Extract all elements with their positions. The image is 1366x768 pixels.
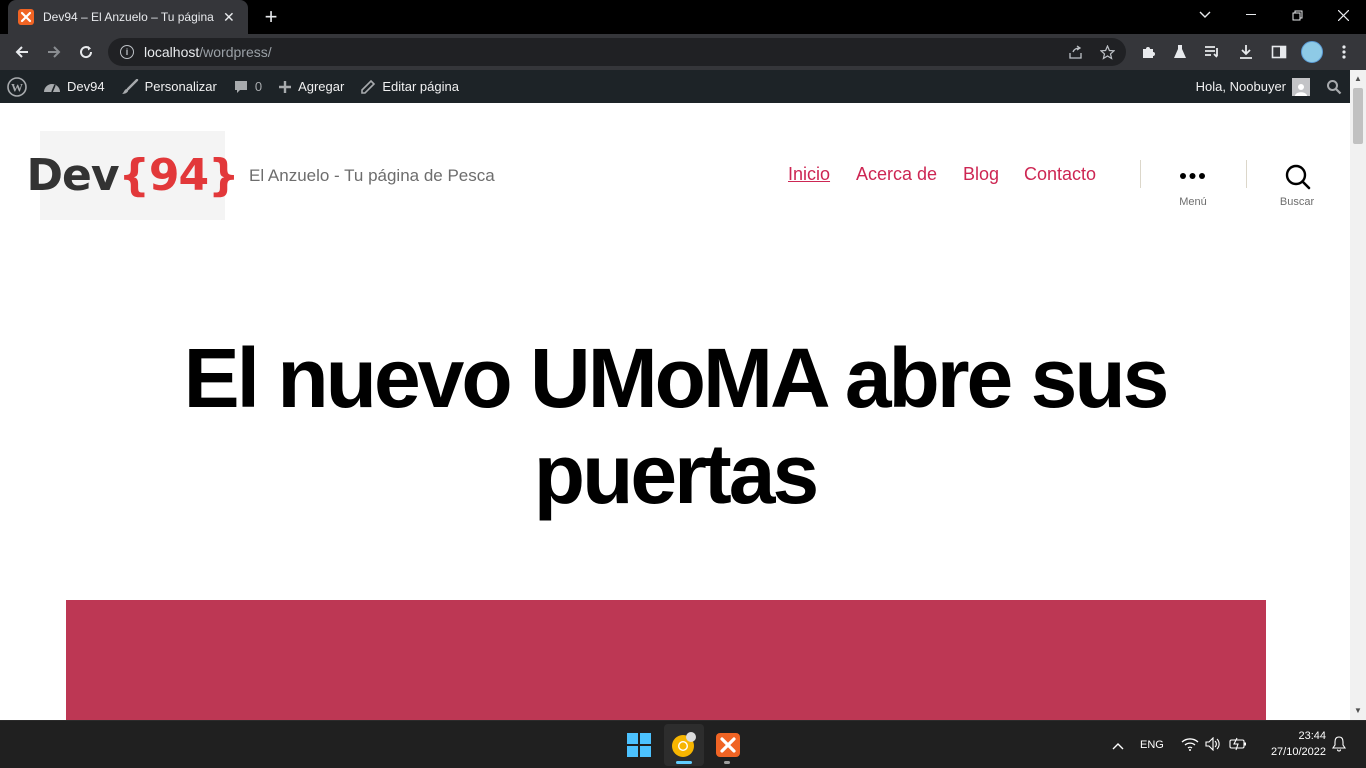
- admin-edit-page-label: Editar página: [382, 79, 459, 94]
- scrollbar-thumb[interactable]: [1353, 88, 1363, 144]
- xampp-taskbar-icon[interactable]: [712, 729, 744, 761]
- admin-search-icon[interactable]: [1318, 70, 1350, 103]
- search-toggle[interactable]: [1284, 163, 1312, 191]
- side-panel-icon[interactable]: [1269, 42, 1289, 62]
- site-info-icon[interactable]: i: [120, 45, 134, 59]
- plus-icon: [278, 80, 292, 94]
- reload-button[interactable]: [74, 40, 98, 64]
- volume-icon[interactable]: [1205, 736, 1221, 752]
- notification-bell-icon[interactable]: [1331, 736, 1347, 752]
- labs-flask-icon[interactable]: [1170, 42, 1190, 62]
- browser-tab-strip: Dev94 – El Anzuelo – Tu página de Pesca …: [0, 0, 1366, 34]
- chrome-running-indicator: [676, 761, 692, 764]
- share-icon[interactable]: [1066, 43, 1084, 61]
- browser-toolbar: i localhost/wordpress/: [0, 34, 1366, 70]
- wifi-icon[interactable]: [1181, 737, 1199, 751]
- windows-start-icon[interactable]: [623, 729, 655, 761]
- bookmark-star-icon[interactable]: [1098, 43, 1116, 61]
- media-queue-icon[interactable]: [1202, 42, 1222, 62]
- nav-item-contacto[interactable]: Contacto: [1024, 164, 1096, 185]
- tab-search-icon[interactable]: [1182, 0, 1228, 30]
- battery-charging-icon[interactable]: [1229, 737, 1247, 751]
- admin-add-new[interactable]: Agregar: [270, 70, 352, 103]
- menu-toggle[interactable]: [1163, 166, 1223, 186]
- comments-count: 0: [254, 79, 263, 94]
- admin-greeting: Hola, Noobuyer: [1195, 79, 1286, 94]
- featured-media: [66, 600, 1266, 720]
- header-divider: [1140, 160, 1141, 188]
- header-divider: [1246, 160, 1247, 188]
- admin-add-new-label: Agregar: [298, 79, 345, 94]
- menu-label: Menú: [1179, 196, 1207, 208]
- tab-close-icon[interactable]: ✕: [223, 9, 235, 26]
- scroll-up-arrow-icon[interactable]: ▲: [1353, 74, 1363, 84]
- admin-customize-label: Personalizar: [144, 79, 217, 94]
- nav-item-inicio[interactable]: Inicio: [788, 164, 830, 185]
- admin-comments[interactable]: 0: [225, 70, 270, 103]
- address-bar[interactable]: i localhost/wordpress/: [108, 38, 1126, 66]
- url-text: localhost/wordpress/: [144, 44, 272, 60]
- new-tab-button[interactable]: +: [260, 6, 282, 28]
- admin-customize[interactable]: Personalizar: [113, 70, 225, 103]
- search-label: Buscar: [1279, 196, 1315, 208]
- browser-tab[interactable]: Dev94 – El Anzuelo – Tu página de Pesca …: [8, 0, 248, 34]
- downloads-icon[interactable]: [1236, 42, 1256, 62]
- admin-edit-page[interactable]: Editar página: [352, 70, 467, 103]
- site-description: El Anzuelo - Tu página de Pesca: [249, 166, 495, 185]
- close-icon[interactable]: [1320, 0, 1366, 30]
- admin-site-name[interactable]: Dev94: [35, 70, 113, 103]
- dashboard-gauge-icon: [43, 80, 61, 94]
- maximize-icon[interactable]: [1274, 0, 1320, 30]
- profile-avatar[interactable]: [1301, 41, 1323, 63]
- admin-site-name-label: Dev94: [67, 79, 105, 94]
- clock-time[interactable]: 23:44: [1290, 730, 1326, 742]
- chrome-menu-icon[interactable]: [1334, 42, 1354, 62]
- chrome-taskbar-icon[interactable]: [668, 729, 700, 761]
- nav-item-blog[interactable]: Blog: [963, 164, 999, 185]
- admin-my-account[interactable]: Hola, Noobuyer: [1188, 70, 1318, 103]
- ellipsis-icon: [1180, 173, 1205, 179]
- logo-text-dev: Dev: [26, 150, 120, 201]
- show-hidden-icons-chevron-icon[interactable]: [1111, 738, 1125, 750]
- language-indicator[interactable]: ENG: [1140, 739, 1164, 751]
- logo-text-number: {94}: [118, 150, 240, 201]
- admin-bar-secondary: Hola, Noobuyer: [1188, 70, 1350, 103]
- wordpress-logo-icon[interactable]: W: [0, 70, 35, 103]
- site-logo[interactable]: Dev {94}: [27, 131, 239, 220]
- windows-taskbar: ENG 23:44 27/10/2022: [0, 720, 1366, 768]
- extensions-puzzle-icon[interactable]: [1138, 42, 1158, 62]
- xampp-running-indicator: [724, 761, 730, 764]
- user-avatar: [1292, 77, 1310, 96]
- wp-admin-bar: W Dev94 Personalizar 0 Agregar Editar pá…: [0, 70, 1350, 103]
- clock-date[interactable]: 27/10/2022: [1260, 746, 1326, 758]
- search-icon: [1285, 164, 1311, 190]
- nav-item-acerca-de[interactable]: Acerca de: [856, 164, 937, 185]
- minimize-icon[interactable]: [1228, 0, 1274, 30]
- forward-button[interactable]: [42, 40, 66, 64]
- page-scrollbar[interactable]: ▲ ▼: [1350, 70, 1366, 720]
- back-button[interactable]: [10, 40, 34, 64]
- scroll-down-arrow-icon[interactable]: ▼: [1353, 706, 1363, 716]
- pencil-icon: [360, 79, 376, 95]
- svg-text:W: W: [11, 80, 23, 94]
- tab-title: Dev94 – El Anzuelo – Tu página de Pesca: [43, 10, 215, 24]
- xampp-favicon-icon: [18, 9, 34, 25]
- paintbrush-icon: [121, 78, 139, 95]
- comment-bubble-icon: [233, 79, 249, 95]
- page-title: El nuevo UMoMA abre sus puertas: [183, 331, 1170, 521]
